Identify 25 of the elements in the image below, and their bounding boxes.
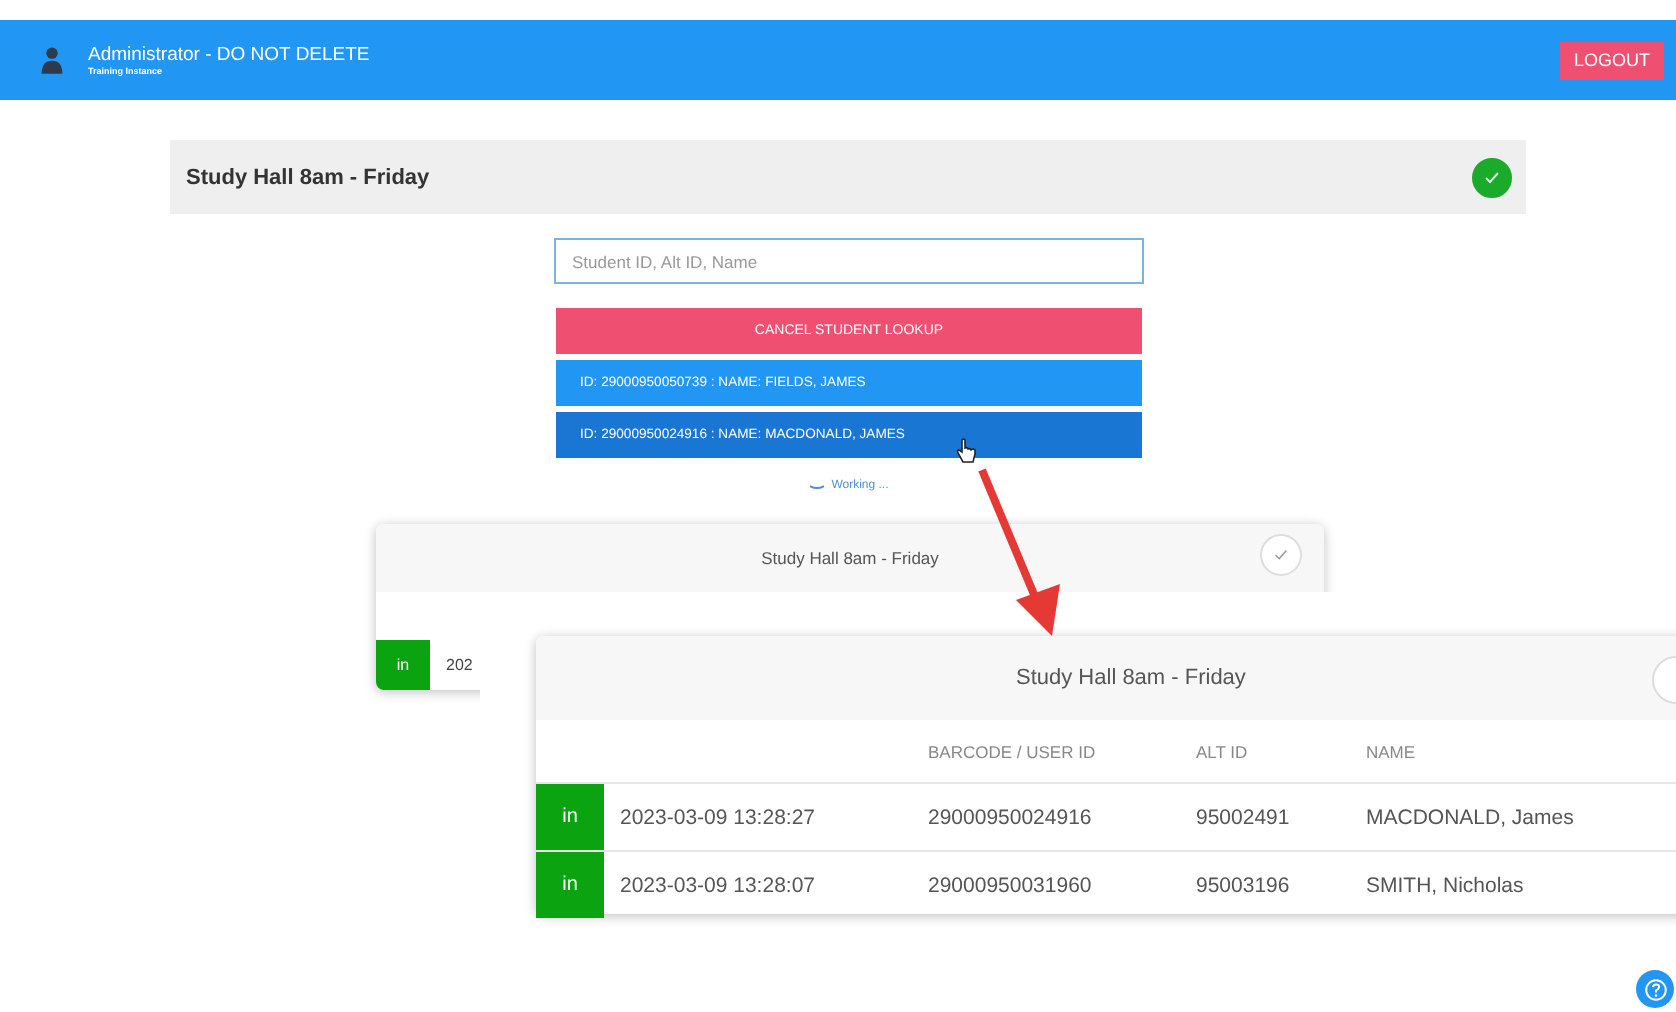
column-header: NAME bbox=[1366, 741, 1418, 761]
table-cell-text: 29000950024916 bbox=[928, 805, 1094, 829]
card-title: Study Hall 8am - Friday bbox=[1016, 666, 1246, 690]
card-title: Study Hall 8am - Friday bbox=[761, 548, 939, 568]
table-cell-text: 29000950031960 bbox=[928, 873, 1094, 897]
help-icon[interactable] bbox=[1636, 970, 1674, 1008]
status-badge: in bbox=[536, 784, 604, 850]
logout-button[interactable]: LOGOUT bbox=[1559, 41, 1664, 79]
spinner-icon bbox=[809, 483, 824, 489]
status-badge: in bbox=[536, 852, 604, 918]
table-cell-text: 202 bbox=[444, 656, 473, 674]
column-header: ALT ID bbox=[1196, 741, 1250, 761]
hand-cursor-icon bbox=[956, 438, 976, 464]
search-field[interactable]: Student ID, Alt ID, Name bbox=[554, 238, 1144, 284]
column-header: BARCODE / USER ID bbox=[928, 741, 1098, 761]
table-cell-text: SMITH, Nicholas bbox=[1366, 873, 1526, 897]
table-cell-text: MACDONALD, James bbox=[1366, 805, 1576, 829]
user-icon bbox=[40, 46, 64, 74]
table-cell-text: 95002491 bbox=[1196, 805, 1292, 829]
session-title: Study Hall 8am - Friday bbox=[186, 165, 430, 189]
status-badge: in bbox=[376, 640, 430, 690]
table-cell-text: 2023-03-09 13:28:27 bbox=[618, 805, 817, 829]
user-title: Administrator - DO NOT DELETE bbox=[88, 44, 372, 66]
table-cell-text: 2023-03-09 13:28:07 bbox=[618, 873, 817, 897]
table-cell-text: 95003196 bbox=[1196, 873, 1292, 897]
